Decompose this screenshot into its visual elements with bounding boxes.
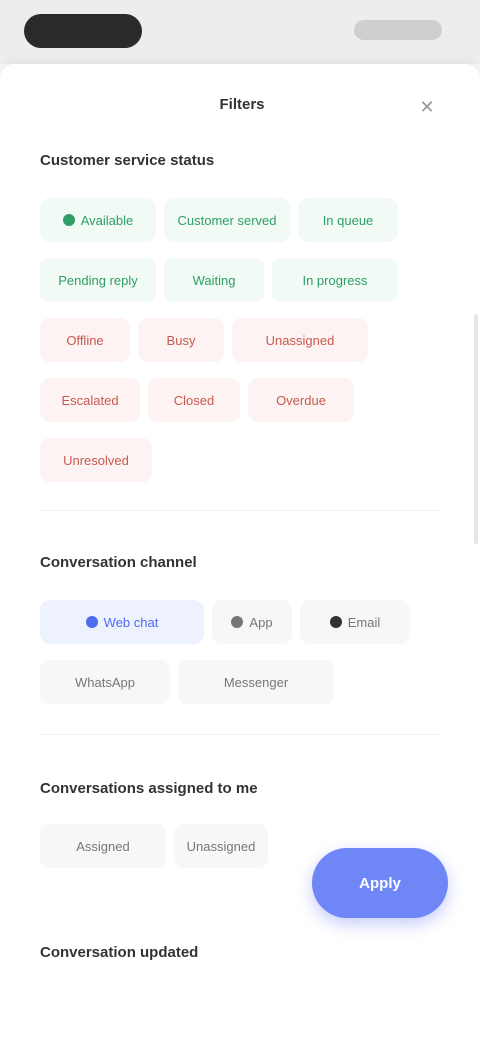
status-chip[interactable]: Customer served bbox=[164, 198, 290, 242]
sheet-header: Filters ✕ bbox=[0, 82, 480, 130]
channel-section-title: Conversation channel bbox=[40, 554, 197, 571]
email-icon bbox=[329, 616, 342, 628]
channel-chip[interactable]: WhatsApp bbox=[40, 660, 170, 704]
status-chip[interactable]: Escalated bbox=[40, 378, 140, 422]
status-section-title: Customer service status bbox=[40, 152, 215, 169]
status-chip[interactable]: In queue bbox=[298, 198, 398, 242]
assigned-section-title: Conversations assigned to me bbox=[40, 780, 258, 797]
status-chip[interactable]: In progress bbox=[272, 258, 398, 302]
status-indicators bbox=[354, 20, 442, 40]
assigned-chip[interactable]: Assigned bbox=[40, 824, 166, 868]
status-chip[interactable]: Unassigned bbox=[232, 318, 368, 362]
status-chip[interactable]: Overdue bbox=[248, 378, 354, 422]
close-icon: ✕ bbox=[419, 96, 435, 117]
status-chip[interactable]: Available bbox=[40, 198, 156, 242]
status-bar bbox=[0, 0, 480, 64]
channel-chip[interactable]: App bbox=[212, 600, 292, 644]
scrollbar[interactable] bbox=[474, 314, 478, 544]
status-dot-icon bbox=[62, 214, 75, 226]
app-icon bbox=[231, 616, 244, 628]
section-divider bbox=[40, 734, 440, 735]
channel-chip[interactable]: Messenger bbox=[178, 660, 334, 704]
channel-chip-selected[interactable]: Web chat bbox=[40, 600, 204, 644]
status-chip[interactable]: Offline bbox=[40, 318, 130, 362]
apply-button[interactable]: Apply bbox=[312, 848, 448, 918]
status-chip[interactable]: Unresolved bbox=[40, 438, 152, 482]
channel-chip[interactable]: Email bbox=[300, 600, 410, 644]
assigned-chip[interactable]: Unassigned bbox=[174, 824, 268, 868]
date-section-title: Conversation updated bbox=[40, 944, 199, 961]
web-chat-icon bbox=[85, 616, 98, 628]
status-chip[interactable]: Pending reply bbox=[40, 258, 156, 302]
sheet-title: Filters bbox=[219, 96, 265, 113]
dynamic-island bbox=[24, 14, 142, 48]
section-divider bbox=[40, 510, 440, 511]
status-chip[interactable]: Waiting bbox=[164, 258, 264, 302]
status-chip[interactable]: Closed bbox=[148, 378, 240, 422]
status-chip[interactable]: Busy bbox=[138, 318, 224, 362]
close-button[interactable]: ✕ bbox=[414, 94, 440, 120]
